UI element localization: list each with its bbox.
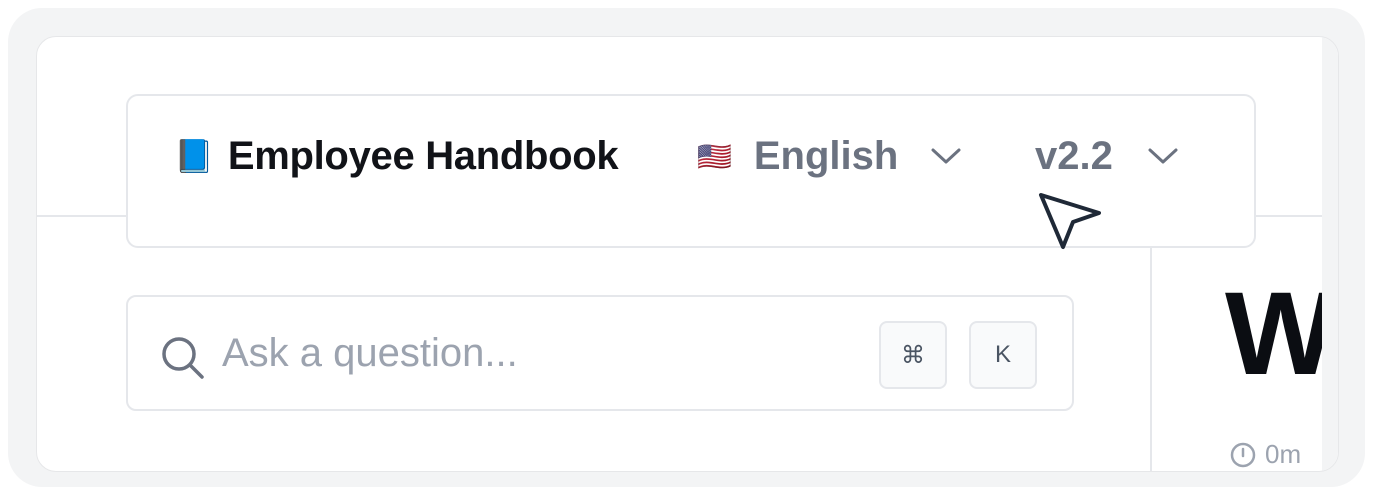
clock-icon [1230,442,1256,467]
version-selector[interactable]: v2.2 [1035,134,1179,178]
version-label: v2.2 [1035,133,1113,178]
chevron-down-icon [931,148,961,164]
language-selector[interactable]: 🇺🇸 English [697,134,962,178]
page-heading: W [1225,268,1337,400]
search-icon [162,337,204,379]
brand[interactable]: 📘 Employee Handbook [174,133,619,178]
blue-book-icon: 📘 [174,138,214,174]
frame-edge [1322,37,1338,471]
reading-time: 0m [1229,439,1301,470]
app-window: 📘 Employee Handbook 🇺🇸 English v2.2 Ask … [36,36,1339,472]
search-placeholder: Ask a question... [222,331,518,375]
search-bar[interactable]: Ask a question... ⌘ K [126,295,1074,411]
chevron-down-icon [1148,148,1178,164]
us-flag-icon: 🇺🇸 [697,140,732,172]
site-title: Employee Handbook [227,133,619,178]
reading-time-label: 0m [1265,439,1302,469]
content-divider [1150,216,1152,471]
language-label: English [753,133,899,178]
k-key: K [969,321,1037,389]
command-key: ⌘ [879,321,947,389]
mouse-pointer-icon [1039,193,1101,249]
